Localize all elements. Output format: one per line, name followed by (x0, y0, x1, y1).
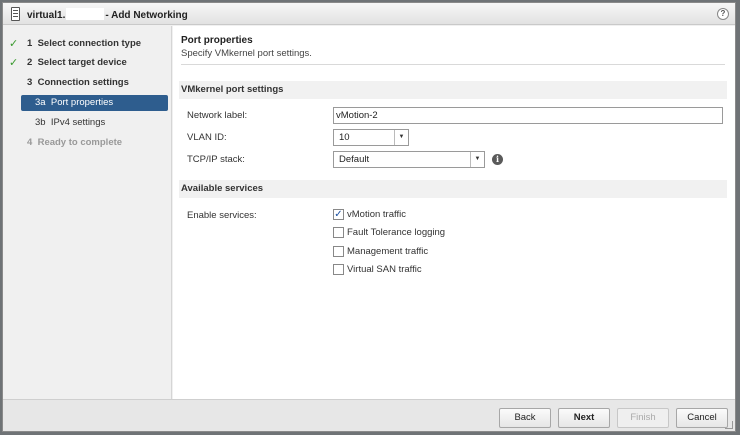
page-title: Port properties (181, 35, 253, 46)
next-button[interactable]: Next (558, 408, 610, 428)
network-label-label: Network label: (187, 110, 248, 121)
title-bar[interactable]: virtual1. - Add Networking ? (3, 3, 735, 25)
enable-services-label: Enable services: (187, 210, 257, 221)
checkmark-icon: ✓ (9, 57, 19, 69)
step-number: 3b (35, 117, 46, 128)
step-number: 1 (27, 38, 33, 49)
checkbox-checked[interactable]: ✓ (333, 209, 344, 220)
step-select-connection-type[interactable]: ✓ 1 Select connection type (3, 36, 169, 52)
tcpip-stack-label: TCP/IP stack: (187, 154, 245, 165)
step-port-properties[interactable]: 3a Port properties (21, 95, 168, 111)
service-label: vMotion traffic (347, 209, 406, 220)
available-services-heading: Available services (179, 180, 727, 198)
checkbox[interactable] (333, 246, 344, 257)
vmkernel-section-heading: VMkernel port settings (179, 81, 727, 99)
step-number: 4 (27, 137, 33, 148)
step-select-target-device[interactable]: ✓ 2 Select target device (3, 55, 169, 71)
page-subtitle: Specify VMkernel port settings. (181, 48, 312, 59)
step-number: 2 (27, 57, 33, 68)
service-label: Management traffic (347, 246, 429, 257)
step-number: 3 (27, 77, 33, 88)
chevron-down-icon[interactable]: ▼ (470, 152, 484, 167)
help-icon[interactable]: ? (717, 8, 729, 20)
chevron-down-icon[interactable]: ▼ (394, 130, 408, 145)
back-button[interactable]: Back (499, 408, 551, 428)
redacted-hostname (66, 8, 105, 20)
step-label: Ready to complete (37, 137, 123, 148)
window-title: virtual1. - Add Networking (27, 8, 188, 21)
cancel-button[interactable]: Cancel (676, 408, 728, 428)
step-ready-to-complete: 4 Ready to complete (3, 135, 169, 151)
wizard-footer: Back Next Finish Cancel (3, 399, 735, 431)
service-label: Virtual SAN traffic (347, 264, 422, 275)
tcpip-stack-value: Default (339, 154, 370, 165)
step-label: Connection settings (37, 77, 129, 88)
finish-button[interactable]: Finish (617, 408, 669, 428)
checkbox[interactable] (333, 227, 344, 238)
tcpip-stack-select[interactable]: Default ▼ (333, 151, 485, 168)
info-icon[interactable]: i (492, 154, 503, 165)
add-networking-dialog: virtual1. - Add Networking ? ✓ 1 Select c… (2, 2, 736, 432)
divider (181, 64, 725, 65)
step-number: 3a (35, 97, 46, 108)
wizard-content: Port properties Specify VMkernel port se… (173, 26, 735, 399)
resize-handle[interactable] (725, 421, 733, 429)
step-label: Select connection type (37, 38, 142, 49)
step-label: Select target device (37, 57, 127, 68)
window-title-prefix: virtual1. (27, 10, 66, 21)
step-ipv4-settings[interactable]: 3b IPv4 settings (3, 115, 169, 131)
step-connection-settings[interactable]: 3 Connection settings (3, 75, 169, 91)
step-label: IPv4 settings (50, 117, 106, 128)
vlan-id-label: VLAN ID: (187, 132, 227, 143)
service-label: Fault Tolerance logging (347, 227, 446, 238)
host-icon (11, 7, 20, 21)
vlan-id-select[interactable]: 10 ▼ (333, 129, 409, 146)
checkmark-icon: ✓ (9, 38, 19, 50)
vlan-id-value: 10 (339, 132, 350, 143)
step-label: Port properties (50, 97, 114, 108)
network-label-input[interactable] (333, 107, 723, 124)
checkbox[interactable] (333, 264, 344, 275)
wizard-steps-sidebar: ✓ 1 Select connection type ✓ 2 Select ta… (3, 26, 172, 399)
window-title-suffix: - Add Networking (105, 10, 188, 21)
